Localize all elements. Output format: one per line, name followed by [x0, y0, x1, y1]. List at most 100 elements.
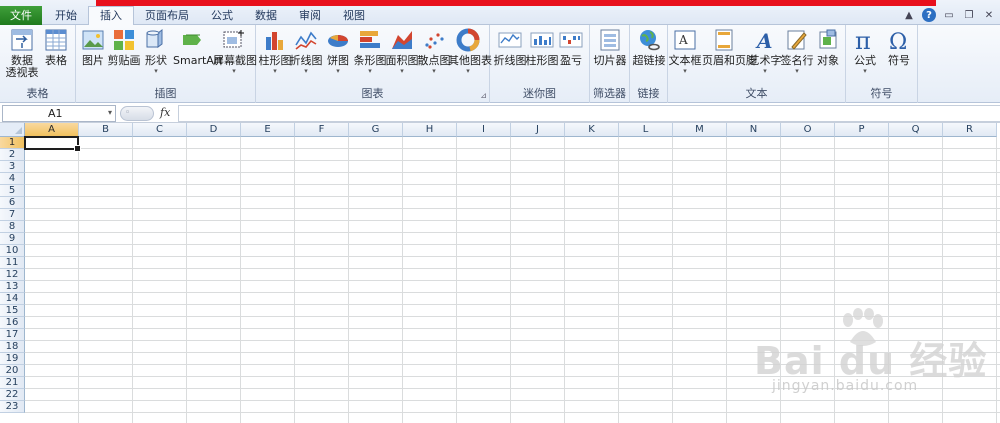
- hyperlink-button[interactable]: 超链接: [630, 27, 668, 67]
- row-header-2[interactable]: 2: [0, 149, 25, 161]
- row-header-8[interactable]: 8: [0, 221, 25, 233]
- textbox-button[interactable]: A 文本框 ▾: [668, 27, 702, 75]
- row-header-17[interactable]: 17: [0, 329, 25, 341]
- formula-input[interactable]: [178, 105, 1000, 122]
- wordart-button[interactable]: A 艺术字 ▾: [748, 27, 782, 75]
- pie-chart-button[interactable]: 饼图 ▾: [320, 27, 356, 75]
- smartart-button[interactable]: SmartArt: [173, 27, 223, 67]
- area-chart-button[interactable]: 面积图 ▾: [384, 27, 420, 75]
- worksheet-grid: ABCDEFGHIJKLMNOPQR 1 2 3 4 5 6 7 8 9 10 11 12 13 14 15…: [0, 123, 1000, 423]
- table-label: 表格: [45, 54, 67, 67]
- row-header-5[interactable]: 5: [0, 185, 25, 197]
- column-header-b[interactable]: B: [79, 123, 133, 137]
- column-header-g[interactable]: G: [349, 123, 403, 137]
- column-header-p[interactable]: P: [835, 123, 889, 137]
- row-header-3[interactable]: 3: [0, 161, 25, 173]
- tab-review[interactable]: 审阅: [288, 6, 332, 25]
- column-header-c[interactable]: C: [133, 123, 187, 137]
- name-box[interactable]: A1 ▾: [2, 105, 116, 122]
- window-controls: ▲ ? ▭ ❐ ✕: [902, 8, 996, 22]
- cell-area[interactable]: [25, 137, 1000, 423]
- svg-text:π: π: [855, 27, 871, 53]
- insert-function-button[interactable]: fx: [160, 106, 170, 119]
- wordart-icon: A: [755, 29, 773, 53]
- row-header-18[interactable]: 18: [0, 341, 25, 353]
- slicer-button[interactable]: 切片器: [590, 27, 630, 67]
- bar-chart-button[interactable]: 条形图 ▾: [352, 27, 388, 75]
- column-header-d[interactable]: D: [187, 123, 241, 137]
- pi-icon: π: [855, 27, 871, 53]
- sparkline-line-button[interactable]: 折线图: [492, 27, 528, 67]
- screenshot-icon: [223, 30, 244, 48]
- line-chart-button[interactable]: 折线图 ▾: [288, 27, 324, 75]
- symbol-button[interactable]: Ω 符号: [882, 27, 916, 67]
- row-header-1[interactable]: 1: [0, 137, 25, 149]
- row-header-20[interactable]: 20: [0, 365, 25, 377]
- tab-formulas[interactable]: 公式: [200, 6, 244, 25]
- column-header-k[interactable]: K: [565, 123, 619, 137]
- row-header-19[interactable]: 19: [0, 353, 25, 365]
- table-button[interactable]: 表格: [36, 27, 76, 67]
- row-header-7[interactable]: 7: [0, 209, 25, 221]
- column-header-q[interactable]: Q: [889, 123, 943, 137]
- screenshot-button[interactable]: 屏幕截图 ▾: [213, 27, 257, 75]
- row-header-14[interactable]: 14: [0, 293, 25, 305]
- select-all-corner[interactable]: [0, 123, 25, 137]
- row-header-12[interactable]: 12: [0, 269, 25, 281]
- clipart-icon: [114, 30, 134, 50]
- row-header-15[interactable]: 15: [0, 305, 25, 317]
- help-icon[interactable]: ?: [922, 8, 936, 22]
- tab-view[interactable]: 视图: [332, 6, 376, 25]
- close-icon[interactable]: ✕: [982, 8, 996, 22]
- column-header-e[interactable]: E: [241, 123, 295, 137]
- tab-data[interactable]: 数据: [244, 6, 288, 25]
- group-charts-label: 图表: [361, 87, 384, 100]
- object-button[interactable]: 对象: [812, 27, 844, 67]
- row-header-6[interactable]: 6: [0, 197, 25, 209]
- row-header-10[interactable]: 10: [0, 245, 25, 257]
- name-box-dropdown-icon[interactable]: ▾: [108, 108, 112, 117]
- smartart-label: SmartArt: [173, 54, 223, 67]
- shapes-button[interactable]: 形状 ▾: [139, 27, 173, 75]
- screenshot-dropdown-icon: ▾: [232, 67, 236, 75]
- sparkline-winloss-button[interactable]: 盈亏: [554, 27, 588, 67]
- column-header-a[interactable]: A: [25, 123, 79, 137]
- scatter-chart-button[interactable]: 散点图 ▾: [416, 27, 452, 75]
- tab-insert[interactable]: 插入: [88, 6, 134, 26]
- restore-icon[interactable]: ❐: [962, 8, 976, 22]
- column-header-l[interactable]: L: [619, 123, 673, 137]
- column-header-h[interactable]: H: [403, 123, 457, 137]
- pie-chart-icon: [328, 35, 348, 47]
- row-header-13[interactable]: 13: [0, 281, 25, 293]
- tab-home[interactable]: 开始: [44, 6, 88, 25]
- clipart-button[interactable]: 剪贴画: [107, 27, 141, 67]
- minimize-icon[interactable]: ▭: [942, 8, 956, 22]
- collapse-ribbon-icon[interactable]: ▲: [902, 8, 916, 22]
- header-footer-button[interactable]: 页眉和页脚: [702, 27, 757, 67]
- ribbon-tab-strip: 文件 开始 插入 页面布局 公式 数据 审阅 视图: [0, 6, 376, 26]
- other-charts-button[interactable]: 其他图表 ▾: [448, 27, 492, 75]
- globe-link-icon: [640, 30, 660, 51]
- active-cell-a1[interactable]: [24, 136, 81, 152]
- equation-button[interactable]: π 公式 ▾: [848, 27, 882, 75]
- signature-line-button[interactable]: 签名行 ▾: [780, 27, 814, 75]
- column-header-i[interactable]: I: [457, 123, 511, 137]
- row-header-21[interactable]: 21: [0, 377, 25, 389]
- row-header-11[interactable]: 11: [0, 257, 25, 269]
- bar-chart-dropdown-icon: ▾: [368, 67, 372, 75]
- row-header-22[interactable]: 22: [0, 389, 25, 401]
- column-header-j[interactable]: J: [511, 123, 565, 137]
- tab-page-layout[interactable]: 页面布局: [134, 6, 200, 25]
- column-header-f[interactable]: F: [295, 123, 349, 137]
- row-header-23[interactable]: 23: [0, 401, 25, 413]
- column-header-m[interactable]: M: [673, 123, 727, 137]
- picture-button[interactable]: 图片: [76, 27, 110, 67]
- row-header-4[interactable]: 4: [0, 173, 25, 185]
- row-header-9[interactable]: 9: [0, 233, 25, 245]
- column-header-r[interactable]: R: [943, 123, 997, 137]
- row-header-16[interactable]: 16: [0, 317, 25, 329]
- column-header-o[interactable]: O: [781, 123, 835, 137]
- charts-dialog-launcher-icon[interactable]: ⊿: [480, 91, 487, 100]
- tab-file[interactable]: 文件: [0, 6, 42, 25]
- column-header-n[interactable]: N: [727, 123, 781, 137]
